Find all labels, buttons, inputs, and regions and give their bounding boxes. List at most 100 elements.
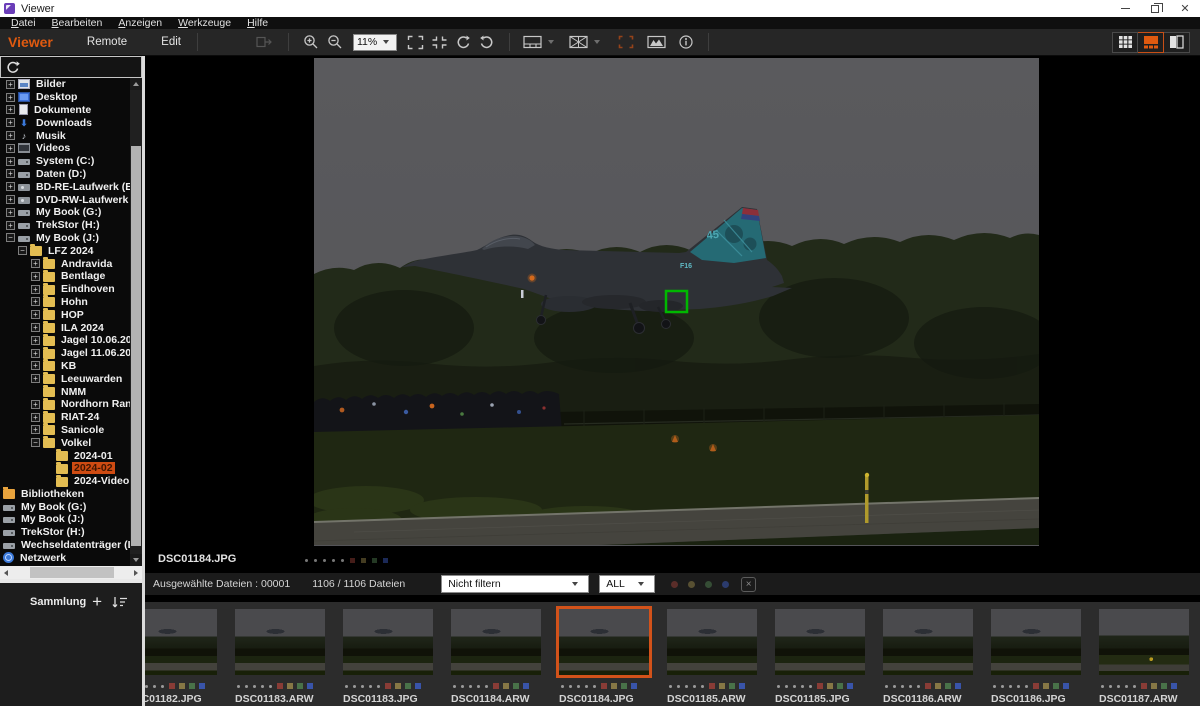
tree-item-nmm[interactable]: NMM xyxy=(0,385,142,398)
thumbnail-image[interactable] xyxy=(145,609,217,675)
tree-item-my-book-g[interactable]: +My Book (G:) xyxy=(0,206,142,219)
menu-werkzeuge[interactable]: Werkzeuge xyxy=(170,17,239,29)
color-filter-dot-0[interactable] xyxy=(671,581,678,588)
expander-plus-icon[interactable]: + xyxy=(31,297,40,306)
scroll-right-button[interactable] xyxy=(130,566,142,579)
actual-size-button[interactable] xyxy=(427,31,451,53)
thumbnail-image[interactable] xyxy=(451,609,541,675)
expander-plus-icon[interactable]: + xyxy=(6,157,15,166)
tree-item-bd-re-laufwerk-e[interactable]: +BD-RE-Laufwerk (E:) xyxy=(0,180,142,193)
menu-datei[interactable]: Datei xyxy=(3,17,44,29)
tree-item-system-c[interactable]: +System (C:) xyxy=(0,155,142,168)
tree-item-2024-02[interactable]: 2024-02 xyxy=(0,462,142,475)
color-filter-dot-3[interactable] xyxy=(722,581,729,588)
filmstrip-item-dsc01185-arw[interactable]: DSC01185.ARW xyxy=(667,609,757,706)
expander-plus-icon[interactable]: + xyxy=(6,144,15,153)
color-filter-dot-1[interactable] xyxy=(688,581,695,588)
expander-plus-icon[interactable]: + xyxy=(31,425,40,434)
thumbnail-image[interactable] xyxy=(775,609,865,675)
tree-item-kb[interactable]: +KB xyxy=(0,360,142,373)
chevron-down-icon[interactable] xyxy=(548,40,554,44)
tree-item-2024-video[interactable]: 2024-Video xyxy=(0,475,142,488)
compare-view-button[interactable] xyxy=(1164,32,1190,53)
tree-item-eindhoven[interactable]: +Eindhoven xyxy=(0,283,142,296)
info-button[interactable] xyxy=(674,31,698,53)
expander-plus-icon[interactable]: + xyxy=(31,310,40,319)
tree-item-wechseldatentr-ger-l[interactable]: Wechseldatenträger (L:) xyxy=(0,539,142,552)
tree-item-jagel-10-06-2024[interactable]: +Jagel 10.06.2024 xyxy=(0,334,142,347)
tree-vertical-scrollbar[interactable] xyxy=(130,78,142,566)
display-mode-button[interactable] xyxy=(520,31,544,53)
expander-plus-icon[interactable]: + xyxy=(6,93,15,102)
thumbnail-image[interactable] xyxy=(667,609,757,675)
compare-button[interactable] xyxy=(566,31,590,53)
zoom-level-dropdown[interactable]: 11% xyxy=(353,34,397,51)
scrollbar-thumb[interactable] xyxy=(131,146,141,546)
filmstrip-item-dsc01184-jpg[interactable]: DSC01184.JPG xyxy=(559,609,649,706)
histogram-button[interactable] xyxy=(644,31,668,53)
expander-plus-icon[interactable]: + xyxy=(6,195,15,204)
tree-item-volkel[interactable]: −Volkel xyxy=(0,436,142,449)
expander-plus-icon[interactable]: + xyxy=(31,336,40,345)
filmstrip-item-dsc01185-jpg[interactable]: DSC01185.JPG xyxy=(775,609,865,706)
rating-filter-dropdown[interactable]: ALL xyxy=(599,575,655,593)
menu-hilfe[interactable]: Hilfe xyxy=(239,17,276,29)
expander-plus-icon[interactable]: + xyxy=(6,131,15,140)
filmstrip-item-dsc01186-arw[interactable]: DSC01186.ARW xyxy=(883,609,973,706)
expander-plus-icon[interactable]: + xyxy=(31,259,40,268)
thumbnail-image[interactable] xyxy=(559,609,649,675)
clear-filter-button[interactable]: × xyxy=(741,577,756,592)
tree-item-dokumente[interactable]: +Dokumente xyxy=(0,104,142,117)
expander-plus-icon[interactable]: + xyxy=(6,169,15,178)
expander-plus-icon[interactable]: + xyxy=(31,323,40,332)
sort-collection-button[interactable] xyxy=(112,596,128,609)
filter-dropdown[interactable]: Nicht filtern xyxy=(441,575,589,593)
scrollbar-thumb[interactable] xyxy=(30,567,114,578)
tree-item-leeuwarden[interactable]: +Leeuwarden xyxy=(0,372,142,385)
tree-item-netzwerk[interactable]: Netzwerk xyxy=(0,551,142,564)
tree-horizontal-scrollbar[interactable] xyxy=(0,566,142,579)
scroll-down-button[interactable] xyxy=(130,554,142,566)
menu-bearbeiten[interactable]: Bearbeiten xyxy=(44,17,111,29)
tree-item-my-book-g[interactable]: My Book (G:) xyxy=(0,500,142,513)
add-collection-button[interactable]: + xyxy=(92,595,102,609)
filmstrip-item-dsc01187-arw[interactable]: DSC01187.ARW xyxy=(1099,609,1189,706)
rotate-left-button[interactable] xyxy=(451,31,475,53)
export-button[interactable] xyxy=(252,31,276,53)
thumbnail-image[interactable] xyxy=(1099,609,1189,675)
tab-edit[interactable]: Edit xyxy=(161,36,181,48)
expander-plus-icon[interactable]: + xyxy=(31,413,40,422)
tree-item-hop[interactable]: +HOP xyxy=(0,308,142,321)
expander-plus-icon[interactable]: + xyxy=(6,80,15,89)
tree-item-musik[interactable]: +♪Musik xyxy=(0,129,142,142)
thumbnail-image[interactable] xyxy=(343,609,433,675)
expander-minus-icon[interactable]: − xyxy=(18,246,27,255)
tab-remote[interactable]: Remote xyxy=(87,36,127,48)
expander-minus-icon[interactable]: − xyxy=(31,438,40,447)
color-filter-dot-2[interactable] xyxy=(705,581,712,588)
tree-item-bibliotheken[interactable]: Bibliotheken xyxy=(0,488,142,501)
filmstrip-item-dsc01183-jpg[interactable]: DSC01183.JPG xyxy=(343,609,433,706)
expander-plus-icon[interactable]: + xyxy=(31,285,40,294)
preview-view-button-active[interactable] xyxy=(1138,32,1164,53)
expander-plus-icon[interactable]: + xyxy=(31,361,40,370)
fit-window-button[interactable] xyxy=(403,31,427,53)
chevron-down-icon[interactable] xyxy=(594,40,600,44)
expander-plus-icon[interactable]: + xyxy=(6,182,15,191)
expander-plus-icon[interactable]: + xyxy=(31,349,40,358)
zoom-out-button[interactable] xyxy=(323,31,347,53)
grid-view-button[interactable] xyxy=(1112,32,1138,53)
expander-plus-icon[interactable]: + xyxy=(31,374,40,383)
menu-anzeigen[interactable]: Anzeigen xyxy=(110,17,170,29)
minimize-button[interactable] xyxy=(1110,0,1140,17)
focus-frame-button[interactable] xyxy=(614,31,638,53)
tree-item-nordhorn-range[interactable]: +Nordhorn Range xyxy=(0,398,142,411)
restore-button[interactable] xyxy=(1140,0,1170,17)
expander-plus-icon[interactable]: + xyxy=(6,221,15,230)
filmstrip-item-dsc01183-arw[interactable]: DSC01183.ARW xyxy=(235,609,325,706)
zoom-in-button[interactable] xyxy=(299,31,323,53)
scroll-up-button[interactable] xyxy=(130,78,142,90)
tree-item-trekstor-h[interactable]: +TrekStor (H:) xyxy=(0,219,142,232)
refresh-icon[interactable] xyxy=(5,60,20,75)
expander-plus-icon[interactable]: + xyxy=(31,400,40,409)
